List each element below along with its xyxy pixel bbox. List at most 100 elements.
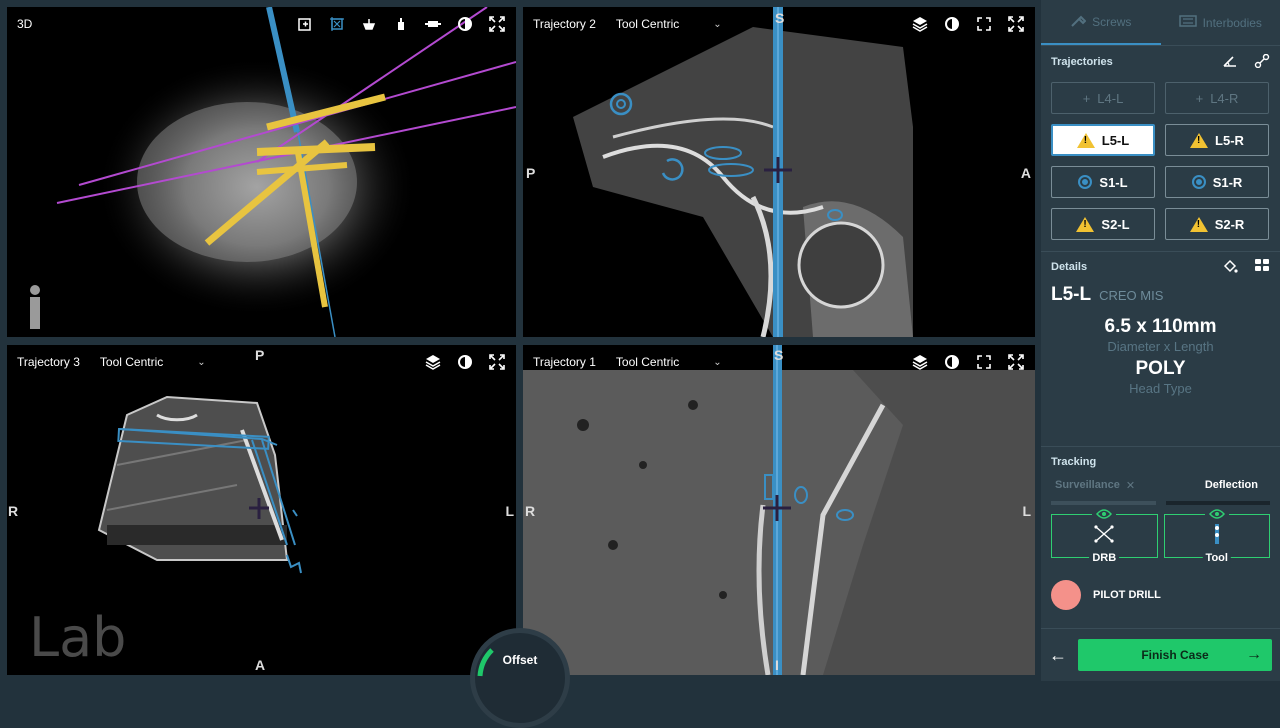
eye-icon — [1205, 506, 1229, 524]
orientation-left: P — [526, 165, 535, 181]
orientation-left: R — [525, 503, 535, 519]
ct-slice — [523, 345, 1035, 675]
viewport-title: Trajectory 1 — [533, 355, 596, 369]
paint-bucket-icon[interactable] — [1222, 258, 1238, 277]
view-mode-label: Tool Centric — [100, 355, 163, 369]
tool-label: Tool — [1203, 552, 1231, 564]
expand-icon[interactable] — [488, 15, 506, 33]
screw-size-caption: Diameter x Length — [1051, 339, 1270, 354]
target-icon — [1078, 175, 1092, 189]
warning-icon — [1190, 217, 1208, 232]
viewport-3d[interactable]: 3D — [7, 7, 516, 337]
trajectory-button-s1-r[interactable]: S1-R — [1165, 166, 1269, 198]
finish-label: Finish Case — [1141, 648, 1208, 662]
angle-icon[interactable] — [1222, 54, 1238, 71]
tracking-bars — [1051, 501, 1270, 505]
view-mode-label: Tool Centric — [616, 355, 679, 369]
layers-icon[interactable] — [911, 353, 929, 371]
screw-size: 6.5 x 110mm — [1051, 316, 1270, 338]
trajectory-label: S2-L — [1101, 217, 1129, 232]
fullscreen-icon[interactable] — [975, 15, 993, 33]
warning-icon — [1077, 133, 1095, 148]
drill-status-dot — [1051, 580, 1081, 610]
link-icon[interactable] — [1254, 54, 1270, 71]
tab-interbodies[interactable]: Interbodies — [1161, 0, 1280, 45]
head-type-caption: Head Type — [1051, 381, 1270, 396]
drill-label: PILOT DRILL — [1093, 589, 1161, 601]
trajectory-button-l4-r[interactable]: + L4-R — [1165, 82, 1269, 114]
back-arrow-icon[interactable]: ← — [1049, 645, 1075, 666]
trajectory-label: S1-L — [1099, 175, 1127, 190]
plus-icon: + — [1083, 91, 1091, 106]
plus-icon: + — [1196, 91, 1204, 106]
layers-icon[interactable] — [911, 15, 929, 33]
offset-label: Offset — [475, 653, 565, 667]
3d-render — [7, 7, 516, 337]
view-axial-icon[interactable] — [360, 15, 378, 33]
expand-icon[interactable] — [1007, 353, 1025, 371]
orientation-right: L — [1022, 503, 1031, 519]
view-mode-label: Tool Centric — [616, 17, 679, 31]
drb-icon — [1093, 525, 1115, 548]
section-title: Trajectories — [1051, 56, 1113, 68]
tool-tracker[interactable]: Tool — [1164, 514, 1271, 558]
contrast-icon[interactable] — [943, 15, 961, 33]
fullscreen-icon[interactable] — [975, 353, 993, 371]
side-panel: Screws Interbodies Trajectories +L4-L + L… — [1041, 0, 1280, 681]
surveillance-toggle[interactable]: Surveillance✕ — [1055, 479, 1135, 492]
offset-progress-arc — [470, 628, 570, 728]
viewport-trajectory-1[interactable]: Trajectory 1 Tool Centric⌄ S R L I — [523, 345, 1035, 675]
trajectory-label: L4-R — [1210, 91, 1238, 106]
ct-slice — [523, 7, 1035, 337]
contrast-icon[interactable] — [456, 353, 474, 371]
view-ap-icon[interactable] — [424, 15, 442, 33]
expand-icon[interactable] — [1007, 15, 1025, 33]
trajectory-button-s1-l[interactable]: S1-L — [1051, 166, 1155, 198]
trajectory-button-l5-l[interactable]: L5-L — [1051, 124, 1155, 156]
snapshot-icon[interactable] — [296, 15, 314, 33]
orientation-left: R — [8, 503, 18, 519]
arrow-right-icon: → — [1246, 646, 1262, 664]
viewport-title: Trajectory 3 — [17, 355, 80, 369]
head-type: POLY — [1051, 358, 1270, 380]
tracking-section: Tracking Surveillance✕ Deflection DRB To… — [1041, 447, 1280, 610]
finish-case-button[interactable]: Finish Case → — [1078, 639, 1272, 671]
grid-icon[interactable] — [1254, 258, 1270, 277]
trajectory-button-l5-r[interactable]: L5-R — [1165, 124, 1269, 156]
contrast-icon[interactable] — [943, 353, 961, 371]
view-lateral-icon[interactable] — [392, 15, 410, 33]
contrast-icon[interactable] — [456, 15, 474, 33]
trajectory-button-s2-r[interactable]: S2-R — [1165, 208, 1269, 240]
layers-icon[interactable] — [424, 353, 442, 371]
panel-footer: ← Finish Case → — [1041, 628, 1280, 681]
warning-icon — [1190, 133, 1208, 148]
view-mode-dropdown[interactable]: Tool Centric⌄ — [616, 17, 722, 31]
trajectory-label: S2-R — [1215, 217, 1245, 232]
offset-button[interactable]: Offset — [470, 628, 570, 728]
tab-screws[interactable]: Screws — [1041, 0, 1161, 45]
section-title: Details — [1051, 261, 1087, 273]
deflection-toggle[interactable]: Deflection — [1205, 479, 1258, 492]
viewport-trajectory-2[interactable]: Trajectory 2 Tool Centric⌄ S P A — [523, 7, 1035, 337]
view-mode-dropdown[interactable]: Tool Centric⌄ — [100, 355, 206, 369]
view-mode-dropdown[interactable]: Tool Centric⌄ — [616, 355, 722, 369]
orientation-right: L — [505, 503, 514, 519]
eye-icon — [1092, 506, 1116, 524]
tool-icon — [1211, 523, 1223, 550]
screwdriver-icon — [1070, 12, 1086, 31]
orientation-bottom: A — [255, 657, 265, 673]
details-section: Details L5-L CREO MIS 6.5 x 110mm Diamet… — [1041, 252, 1280, 447]
drb-tracker[interactable]: DRB — [1051, 514, 1158, 558]
drb-label: DRB — [1089, 552, 1119, 564]
warning-icon — [1076, 217, 1094, 232]
trajectory-button-l4-l[interactable]: +L4-L — [1051, 82, 1155, 114]
panel-tabs: Screws Interbodies — [1041, 0, 1280, 46]
tab-label: Interbodies — [1203, 16, 1262, 30]
pilot-drill-status: PILOT DRILL — [1051, 580, 1270, 610]
crop-icon[interactable] — [328, 15, 346, 33]
trajectory-label: L5-R — [1215, 133, 1244, 148]
interbody-icon — [1179, 15, 1197, 30]
expand-icon[interactable] — [488, 353, 506, 371]
trajectory-button-s2-l[interactable]: S2-L — [1051, 208, 1155, 240]
viewport-trajectory-3[interactable]: Trajectory 3 Tool Centric⌄ P R L A Lab — [7, 345, 516, 675]
